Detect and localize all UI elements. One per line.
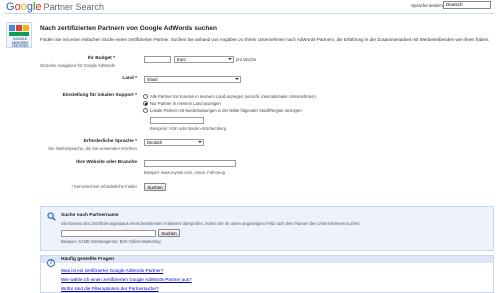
- language-change-label: Sprache ändern:: [411, 3, 445, 8]
- faq-link-how-to-choose[interactable]: Wie wähle ich einen zertifizierten Googl…: [61, 277, 192, 282]
- language-select[interactable]: Deutsch: [443, 1, 491, 9]
- partner-name-search-button[interactable]: Suchen: [158, 229, 180, 237]
- required-language-select[interactable]: Deutsch: [144, 139, 204, 146]
- country-label: Land *: [122, 76, 137, 81]
- faq-link-what-is-partner[interactable]: Was ist ein zertifizierter Google AdWord…: [61, 268, 163, 273]
- faq-link-filter-options[interactable]: Wofür sind die Filteroptionen der Partne…: [61, 286, 158, 291]
- budget-input[interactable]: [144, 56, 171, 63]
- per-week-label: pro Woche: [236, 57, 257, 62]
- local-option-all-label: Alle Partner mit Kunden in meinem Land a…: [150, 94, 316, 99]
- required-language-sublabel: Die Werbesprache, die Sie verwenden möch…: [48, 146, 137, 151]
- google-partner-search-logo[interactable]: Google Partner Search: [6, 1, 104, 13]
- local-option-nearby-label: Lokale Partner mit Niederlassungen in de…: [150, 108, 303, 113]
- badge-text: CERTIFIED: [11, 44, 29, 49]
- partner-name-search-description: Sie können den Zertifizierungsstatus ein…: [61, 221, 361, 226]
- language-select-value: Deutsch: [446, 2, 463, 7]
- local-option-country-label: Nur Partner in meinem Land anzeigen: [150, 101, 221, 106]
- budget-label: Ihr Budget *: [87, 56, 115, 61]
- local-option-all-radio[interactable]: [143, 94, 148, 99]
- website-industry-input[interactable]: [144, 160, 236, 167]
- logo-product-name: Partner Search: [43, 2, 105, 12]
- search-button[interactable]: Suchen: [144, 183, 166, 191]
- header-divider: [4, 13, 494, 14]
- website-industry-example: Beispiel: www.mysite.com, Autos, Fahrzeu…: [144, 170, 225, 175]
- logo-letter: G: [6, 1, 15, 13]
- faq-title: Häufig gestellte Fragen: [61, 257, 115, 262]
- city-region-example: Beispiele: Köln oder Baden-Württemberg: [150, 126, 227, 131]
- website-industry-label: Ihre Website oder Branche: [76, 160, 137, 165]
- page-title: Nach zertifizierten Partnern von Google …: [40, 25, 217, 32]
- currency-select[interactable]: Euro: [174, 56, 234, 63]
- required-language-label: Erforderliche Sprache *: [83, 139, 137, 144]
- local-option-country-radio[interactable]: [143, 101, 148, 106]
- local-option-nearby-radio[interactable]: [143, 108, 148, 113]
- required-fields-note: * Kennzeichnet erforderliche Felder: [71, 184, 137, 189]
- local-support-label: Einstellung für lokalen Support *: [62, 93, 137, 98]
- city-region-input[interactable]: [150, 117, 204, 124]
- partner-name-search-title: Suche nach Partnername: [61, 213, 119, 218]
- partner-name-input[interactable]: [61, 230, 156, 237]
- certified-partner-badge: GOOGLE ADWORDS CERTIFIED: [6, 22, 32, 48]
- intro-text: Finden Sie mit einer einfachen Suche ein…: [40, 37, 490, 42]
- magnifier-icon: [47, 212, 56, 221]
- badge-logo-icon: [9, 25, 29, 37]
- help-question-icon: ?: [47, 259, 55, 267]
- budget-sublabel: Einzelne Ausgaben für Google AdWords: [40, 63, 115, 68]
- logo-letter: e: [35, 1, 42, 13]
- partner-name-example: Beispiel: ACME Werbeagentur, BJH Online-…: [61, 239, 161, 244]
- country-select[interactable]: Irland: [144, 76, 241, 83]
